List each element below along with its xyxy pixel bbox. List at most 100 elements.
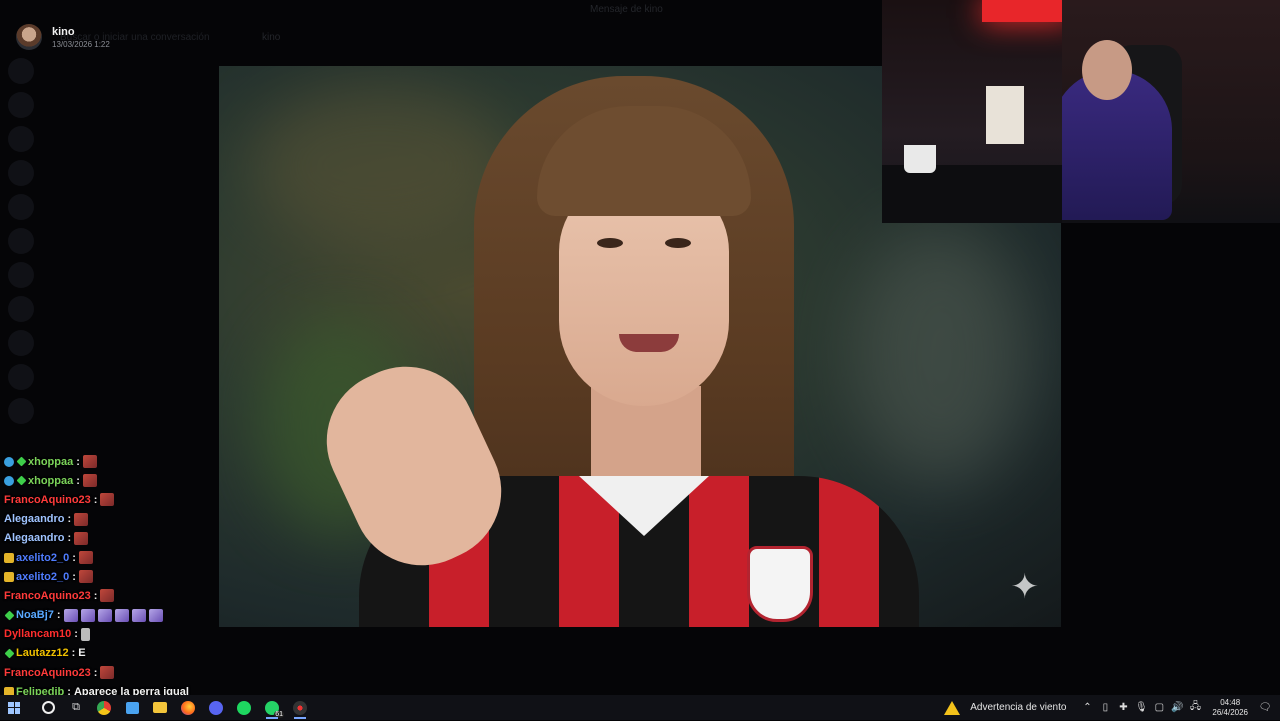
taskbar-app-spotify[interactable] [230,695,258,720]
volume-icon[interactable]: 🔊 [1170,701,1184,715]
server-icon[interactable] [8,262,34,288]
stream-chat: xhoppaa: xhoppaa: FrancoAquino23: Alegaandr… [4,452,224,721]
taskbar-app-store[interactable] [118,695,146,720]
clock[interactable]: 04:48 26/4/2026 [1212,698,1248,718]
server-icon[interactable] [8,194,34,220]
chat-username[interactable]: Lautazz12 [16,647,69,659]
gold-badge-icon [4,571,14,582]
emote-icon [63,608,78,622]
discord-icon [209,700,223,715]
chat-username[interactable]: NoaBj7 [16,609,54,621]
emote-icon [74,512,89,526]
green-badge-icon [16,475,27,486]
chat-username[interactable]: FrancoAquino23 [4,494,91,506]
chat-username[interactable]: FrancoAquino23 [4,590,91,602]
chat-message: Alegaandro: [4,510,224,529]
search-icon [41,701,55,714]
chat-message: FrancoAquino23: [4,490,224,509]
chat-message: axelito2_0: [4,548,224,567]
obs-icon [293,700,307,715]
webcam-overlay [882,0,1062,223]
emote-icon [80,608,95,622]
emote-icon [78,570,93,584]
start-button[interactable] [0,695,28,720]
gold-badge-icon [4,552,14,563]
emote-icon [114,608,129,622]
chat-message: FrancoAquino23: [4,663,224,682]
chat-username[interactable]: Dyllancam10 [4,628,71,640]
chat-username[interactable]: axelito2_0 [16,571,69,583]
chat-username[interactable]: xhoppaa [28,475,73,487]
clock-date: 26/4/2026 [1212,707,1248,717]
spotify-icon [237,700,251,715]
chat-username[interactable]: FrancoAquino23 [4,667,91,679]
windows-icon [8,701,20,714]
server-icon[interactable] [8,126,34,152]
chevron-up-icon[interactable]: ⌃ [1080,701,1094,715]
server-icon[interactable] [8,92,34,118]
emote-icon [80,627,90,641]
system-tray: Advertencia de viento ⌃ ▯ ✚ 🎙 ▢ 🔊 🖧 04:4… [944,698,1280,718]
dm-header-name: kino [262,32,281,43]
chat-username[interactable]: axelito2_0 [16,552,69,564]
color-icon[interactable]: ✚ [1116,701,1130,715]
clock-time: 04:48 [1220,697,1241,707]
chat-message: Dyllancam10: [4,625,224,644]
emote-icon [82,474,97,488]
emote-icon [78,551,93,565]
display-icon[interactable]: ▢ [1152,701,1166,715]
taskbar-app-chrome[interactable] [90,695,118,720]
sparkle-icon: ✦ [1010,568,1040,606]
chat-username[interactable]: xhoppaa [28,456,73,468]
emote-icon [82,455,97,469]
server-icon[interactable] [8,160,34,186]
microphone-icon[interactable]: 🎙 [1134,701,1148,715]
server-icon[interactable] [8,58,34,84]
emote-icon [74,531,89,545]
green-badge-icon [4,648,15,659]
chat-message: xhoppaa: [4,452,224,471]
chat-message: xhoppaa: [4,471,224,490]
folder-icon [153,702,167,713]
taskbar-app-file-explorer[interactable] [146,695,174,720]
weather-alert[interactable]: Advertencia de viento [970,702,1066,713]
chat-username[interactable]: Alegaandro [4,513,65,525]
emote-icon [100,589,115,603]
server-icon[interactable] [8,364,34,390]
club-crest-icon [747,546,813,622]
taskbar-app-whatsapp[interactable]: 61 [258,695,286,720]
server-rail [0,50,42,450]
server-icon[interactable] [8,398,34,424]
network-icon[interactable]: 🖧 [1188,701,1202,715]
search-button[interactable] [34,695,62,720]
taskbar-app-discord[interactable] [202,695,230,720]
chat-message: FrancoAquino23: [4,586,224,605]
server-icon[interactable] [8,228,34,254]
shared-by-profile: kino 13/03/2026 1:22 [16,24,110,50]
chat-message: Alegaandro: [4,529,224,548]
avatar[interactable] [16,24,42,50]
server-icon[interactable] [8,296,34,322]
profile-name[interactable]: kino [52,26,110,38]
warning-icon [944,700,961,715]
usb-icon[interactable]: ▯ [1098,701,1112,715]
emote-icon [100,493,115,507]
emote-icon [148,608,163,622]
chat-message: Lautazz12: E [4,644,224,663]
notification-icon[interactable]: 🗨 [1258,701,1272,715]
store-icon [125,701,139,714]
firefox-icon [181,700,195,715]
emote-icon [100,666,115,680]
chat-username[interactable]: Alegaandro [4,532,65,544]
emote-icon [97,608,112,622]
task-view-button[interactable]: ⧉ [62,695,90,720]
webcam-overlay-streamer [1062,0,1280,223]
emote-icon [131,608,146,622]
chat-text: E [78,647,86,660]
taskbar-app-firefox[interactable] [174,695,202,720]
taskbar-app-obs[interactable] [286,695,314,720]
green-badge-icon [4,610,15,621]
server-icon[interactable] [8,330,34,356]
green-badge-icon [16,456,27,467]
blue-badge-icon [4,456,14,467]
